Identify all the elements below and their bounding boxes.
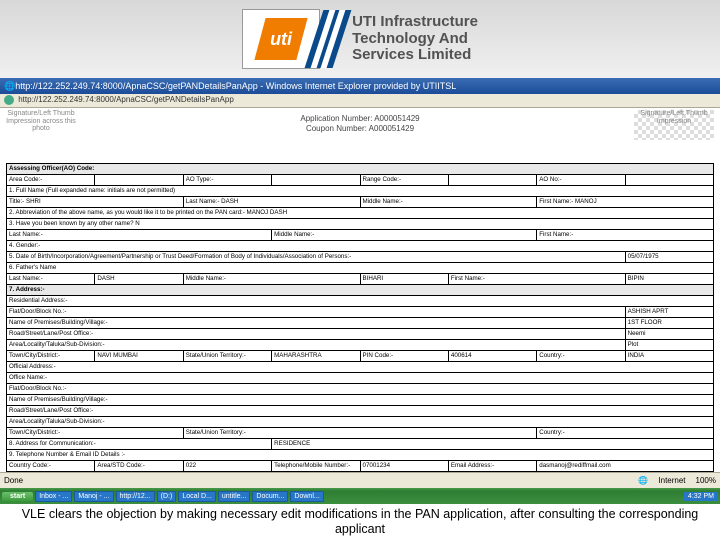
pin-l: PIN Code:- (360, 350, 448, 361)
off-country: Country:- (537, 427, 714, 438)
area-code-value[interactable] (95, 174, 183, 185)
area-v: Plot (625, 339, 713, 350)
s3-heading: 3. Have you been known by any other name… (7, 218, 714, 229)
f-first-l: First Name:- (448, 273, 625, 284)
s3-first: First Name:- (537, 229, 714, 240)
off-town: Town/City/District:- (7, 427, 184, 438)
status-zone: Internet (658, 476, 685, 485)
brand-banner: uti UTI Infrastructure Technology And Se… (0, 0, 720, 78)
road-v: Neemi (625, 328, 713, 339)
system-tray[interactable]: 4:32 PM (684, 492, 718, 501)
f-mid-v: BIHARI (360, 273, 448, 284)
s6-heading: 6. Father's Name (7, 262, 714, 273)
email-v: dasmanoj@rediffmail.com (537, 460, 714, 471)
s5-heading: 5. Date of Birth/Incorporation/Agreement… (7, 251, 626, 262)
pan-form: Assessing Officer(AO) Code: Area Code:- … (6, 163, 714, 483)
res-head: Residential Address:- (7, 295, 714, 306)
taskbar-item[interactable]: Inbox - ... (35, 491, 72, 502)
prem-l: Name of Premises/Building/Village:- (7, 317, 626, 328)
taskbar-item[interactable]: Manoj - ... (74, 491, 113, 502)
taskbar-item[interactable]: Local D... (178, 491, 216, 502)
slide-caption: VLE clears the objection by making neces… (0, 504, 720, 540)
application-number: Application Number: A000051429Coupon Num… (6, 114, 714, 135)
photo-left-caption: Signature/Left Thumb Impression across t… (6, 110, 76, 133)
taskbar-item[interactable]: untitle... (218, 491, 251, 502)
f-last-v: DASH (95, 273, 183, 284)
address-bar[interactable]: http://122.252.249.74:8000/ApnaCSC/getPA… (0, 94, 720, 108)
taskbar-item[interactable]: Downl... (290, 491, 323, 502)
s3-last: Last Name:- (7, 229, 272, 240)
cc-l: Country Code:- (7, 460, 95, 471)
country-l: Country:- (537, 350, 625, 361)
std-v: 022 (183, 460, 271, 471)
s1-heading: 1. Full Name (Full expanded name: initia… (7, 185, 714, 196)
range-value[interactable] (448, 174, 536, 185)
s3-middle: Middle Name:- (272, 229, 537, 240)
taskbar[interactable]: start Inbox - ... Manoj - ... http://12.… (0, 488, 720, 504)
area-code-label: Area Code:- (7, 174, 95, 185)
firstname-cell: First Name:- MANOJ (537, 196, 714, 207)
aotype-label: AO Type:- (183, 174, 271, 185)
town-l: Town/City/District:- (7, 350, 95, 361)
ie-icon: 🌐 (4, 81, 15, 92)
start-button[interactable]: start (2, 492, 33, 501)
off-name: Office Name:- (7, 372, 714, 383)
window-title: http://122.252.249.74:8000/ApnaCSC/getPA… (15, 81, 456, 91)
url-text: http://122.252.249.74:8000/ApnaCSC/getPA… (18, 95, 234, 104)
town-v: NAVI MUMBAI (95, 350, 183, 361)
taskbar-item[interactable]: http://12... (116, 491, 155, 502)
aotype-value[interactable] (272, 174, 360, 185)
area-l: Area/Locality/Taluka/Sub-Division:- (7, 339, 626, 350)
prem-v: 1ST FLOOR (625, 317, 713, 328)
flat-l: Flat/Door/Block No.:- (7, 306, 626, 317)
off-head: Official Address:- (7, 361, 714, 372)
off-flat: Flat/Door/Block No.:- (7, 383, 714, 394)
off-prem: Name of Premises/Building/Village:- (7, 394, 714, 405)
status-done: Done (4, 476, 23, 485)
off-area: Area/Locality/Taluka/Sub-Division:- (7, 416, 714, 427)
middlename-cell: Middle Name:- (360, 196, 537, 207)
zone-icon: 🌐 (638, 476, 648, 485)
globe-icon (4, 95, 14, 105)
f-last-l: Last Name:- (7, 273, 95, 284)
range-label: Range Code:- (360, 174, 448, 185)
flat-v: ASHISH APRT (625, 306, 713, 317)
ie-statusbar: Done 🌐 Internet 100% (0, 472, 720, 488)
taskbar-item[interactable]: Docum... (252, 491, 288, 502)
off-road: Road/Street/Lane/Post Office:- (7, 405, 714, 416)
s8-heading: 8. Address for Communication:- (7, 438, 272, 449)
status-zoom[interactable]: 100% (696, 476, 716, 485)
state-l: State/Union Territory:- (183, 350, 271, 361)
std-l: Area/STD Code:- (95, 460, 183, 471)
aono-label: AO No:- (537, 174, 625, 185)
f-first-v: BIPIN (625, 273, 713, 284)
pin-v: 400614 (448, 350, 536, 361)
window-titlebar: 🌐 http://122.252.249.74:8000/ApnaCSC/get… (0, 78, 720, 94)
email-l: Email Address:- (448, 460, 536, 471)
title-cell: Title:- SHRI (7, 196, 184, 207)
brand-text: UTI Infrastructure Technology And Servic… (352, 14, 478, 64)
taskbar-item[interactable]: (D:) (157, 491, 177, 502)
s8-value: RESIDENCE (272, 438, 714, 449)
tel-v: 07001234 (360, 460, 448, 471)
f-mid-l: Middle Name:- (183, 273, 360, 284)
s9-heading: 9. Telephone Number & Email ID Details :… (7, 449, 714, 460)
tel-l: Telephone/Mobile Number:- (272, 460, 360, 471)
photo-right-caption: Signature/Left Thumb Impression (634, 110, 714, 140)
state-v: MAHARASHTRA (272, 350, 360, 361)
dob-value: 05/07/1975 (625, 251, 713, 262)
aono-value[interactable] (625, 174, 713, 185)
s2-heading: 2. Abbreviation of the above name, as yo… (7, 207, 714, 218)
road-l: Road/Street/Lane/Post Office:- (7, 328, 626, 339)
s7-heading: 7. Address:- (7, 284, 714, 295)
lastname-cell: Last Name:- DASH (183, 196, 360, 207)
document-area: Signature/Left Thumb Impression across t… (0, 108, 720, 483)
country-v: INDIA (625, 350, 713, 361)
s4-heading: 4. Gender:- (7, 240, 714, 251)
ao-heading: Assessing Officer(AO) Code: (7, 163, 714, 174)
logo: uti UTI Infrastructure Technology And Se… (242, 9, 478, 69)
off-state: State/Union Territory:- (183, 427, 537, 438)
